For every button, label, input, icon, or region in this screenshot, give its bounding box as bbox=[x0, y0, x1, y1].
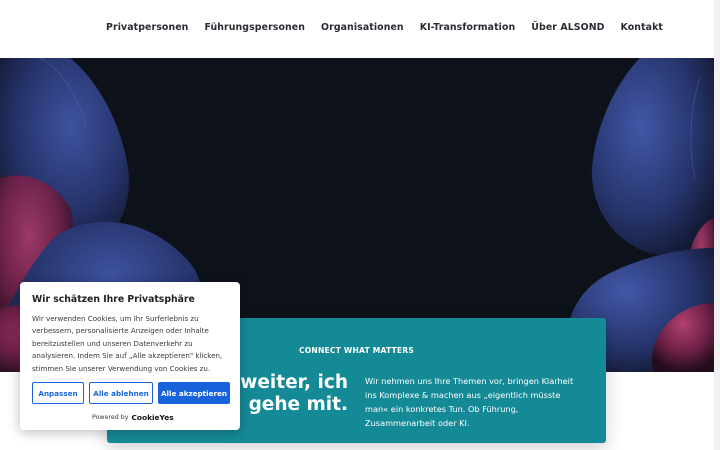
cookie-accept-all-button[interactable]: Alle akzeptieren bbox=[158, 382, 230, 404]
powered-by-label: Powered by bbox=[92, 414, 129, 421]
nav-item-ki-transformation[interactable]: KI-Transformation bbox=[420, 22, 516, 33]
cookie-description: Wir verwenden Cookies, um Ihr Surferlebn… bbox=[32, 314, 223, 373]
site-header: Privatpersonen Führungspersonen Organisa… bbox=[0, 0, 714, 58]
cookie-customize-button[interactable]: Anpassen bbox=[32, 382, 84, 404]
cookieyes-logo[interactable]: CookieYes bbox=[132, 413, 174, 422]
cookie-consent-banner: Wir schätzen Ihre Privatsphäre Wir verwe… bbox=[20, 282, 240, 430]
nav-item-organisationen[interactable]: Organisationen bbox=[321, 22, 404, 33]
cookie-powered-by: Powered by CookieYes bbox=[92, 413, 174, 422]
cookie-reject-all-button[interactable]: Alle ablehnen bbox=[89, 382, 153, 404]
card-description: Wir nehmen uns Ihre Themen vor, bringen … bbox=[365, 376, 574, 428]
cookie-button-row: Anpassen Alle ablehnen Alle akzeptieren bbox=[32, 382, 230, 404]
nav-item-privatpersonen[interactable]: Privatpersonen bbox=[106, 22, 188, 33]
cookie-title: Wir schätzen Ihre Privatsphäre bbox=[32, 294, 195, 305]
nav-item-kontakt[interactable]: Kontakt bbox=[621, 22, 663, 33]
main-nav: Privatpersonen Führungspersonen Organisa… bbox=[90, 22, 663, 33]
scrollbar[interactable] bbox=[714, 0, 720, 450]
page: Privatpersonen Führungspersonen Organisa… bbox=[0, 0, 720, 450]
nav-item-fuehrungspersonen[interactable]: Führungspersonen bbox=[204, 22, 305, 33]
nav-item-ueber-alsond[interactable]: Über ALSOND bbox=[531, 22, 604, 33]
